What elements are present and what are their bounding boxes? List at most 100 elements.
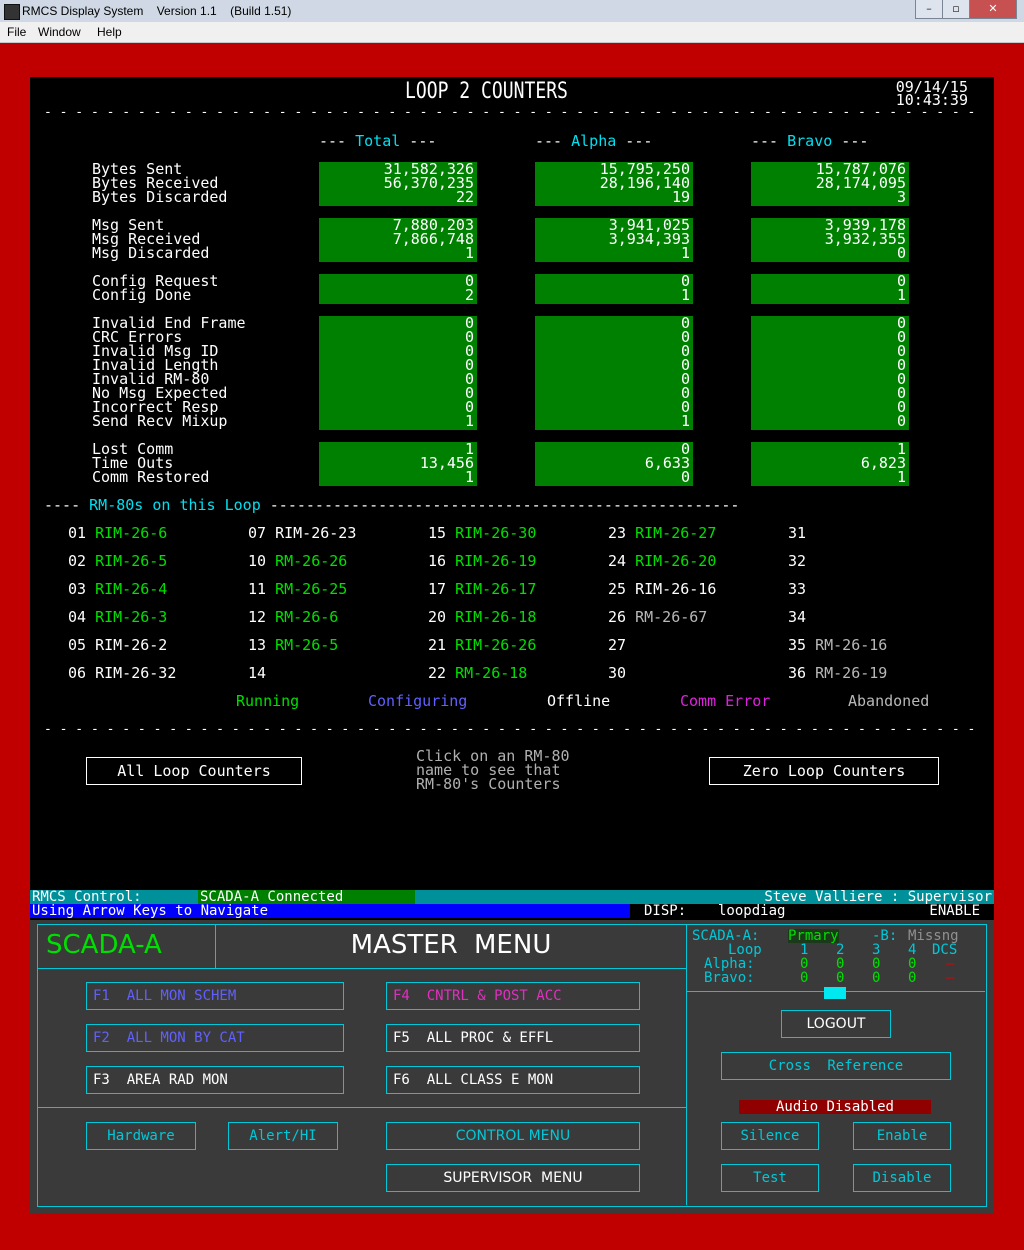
scada-b-status: Missng [908, 928, 959, 944]
rm80-item[interactable]: 04 RIM-26-3 [68, 608, 167, 626]
rm80-item[interactable]: 23 RIM-26-27 [608, 524, 716, 542]
counter-value: 3,932,355 [824, 230, 906, 248]
f1-button[interactable]: F1 ALL MON SCHEM [86, 982, 344, 1010]
test-button[interactable]: Test [721, 1164, 819, 1192]
master-menu-title: MASTER MENU [350, 930, 552, 960]
close-button[interactable]: ✕ [969, 0, 1017, 19]
rm80-name[interactable]: RIM-26-4 [95, 580, 167, 598]
status-bar: RMCS Control: SCADA-A Connected Steve Va… [30, 890, 994, 904]
cross-reference-button[interactable]: Cross Reference [721, 1052, 951, 1080]
menu-window[interactable]: Window [38, 25, 81, 39]
rm80-number: 06 [68, 664, 87, 682]
rm80-item[interactable]: 16 RIM-26-19 [428, 552, 536, 570]
counter-value: 1 [464, 412, 474, 430]
rm80-item[interactable]: 07 RIM-26-23 [248, 524, 356, 542]
rm80-item[interactable]: 01 RIM-26-6 [68, 524, 167, 542]
f3-button[interactable]: F3 AREA RAD MON [86, 1066, 344, 1094]
rm80-item[interactable]: 03 RIM-26-4 [68, 580, 167, 598]
all-loop-counters-button[interactable]: All Loop Counters [86, 757, 302, 785]
rm80-item[interactable]: 35 RM-26-16 [788, 636, 887, 654]
rm80-name[interactable]: RM-26-25 [275, 580, 347, 598]
f4-button[interactable]: F4 CNTRL & POST ACC [386, 982, 640, 1010]
divider: - - - - - - - - - - - - - - - - - - - - … [44, 722, 980, 737]
enable-audio-button[interactable]: Enable [853, 1122, 951, 1150]
minimize-button[interactable]: – [915, 0, 943, 19]
rm80-item[interactable]: 24 RIM-26-20 [608, 552, 716, 570]
supervisor-menu-button[interactable]: SUPERVISOR MENU [386, 1164, 640, 1192]
rm80-name[interactable]: RIM-26-26 [455, 636, 536, 654]
rm80-name[interactable]: RIM-26-23 [275, 524, 356, 542]
rm80-name[interactable]: RM-26-67 [635, 608, 707, 626]
silence-button[interactable]: Silence [721, 1122, 819, 1150]
rm80-number: 02 [68, 552, 87, 570]
rm80-number: 24 [608, 552, 627, 570]
rm80-name[interactable]: RM-26-5 [275, 636, 338, 654]
rm80-name[interactable]: RIM-26-2 [95, 636, 167, 654]
rm80-item[interactable]: 15 RIM-26-30 [428, 524, 536, 542]
counter-value: 0 [680, 328, 690, 346]
rm80-name[interactable]: RIM-26-20 [635, 552, 716, 570]
counter-value: 0 [896, 328, 906, 346]
rm80-name[interactable]: RIM-26-6 [95, 524, 167, 542]
rm80-name[interactable]: RIM-26-3 [95, 608, 167, 626]
rm80-name[interactable]: RM-26-16 [815, 636, 887, 654]
alert-hi-button[interactable]: Alert/HI [228, 1122, 338, 1150]
rm80-number: 11 [248, 580, 267, 598]
f2-button[interactable]: F2 ALL MON BY CAT [86, 1024, 344, 1052]
rm80-name[interactable]: RIM-26-17 [455, 580, 536, 598]
counter-value: 0 [896, 314, 906, 332]
zero-loop-counters-button[interactable]: Zero Loop Counters [709, 757, 939, 785]
rm80-item[interactable]: 20 RIM-26-18 [428, 608, 536, 626]
bravo-loop-value: 0 [872, 970, 881, 986]
rm80-item[interactable]: 10 RM-26-26 [248, 552, 347, 570]
rm80-item[interactable]: 12 RM-26-6 [248, 608, 338, 626]
rm80-item[interactable]: 02 RIM-26-5 [68, 552, 167, 570]
counter-value: 3,934,393 [608, 230, 690, 248]
rm80-name[interactable]: RIM-26-18 [455, 608, 536, 626]
rm80-name[interactable]: RM-26-6 [275, 608, 338, 626]
rm80-number: 31 [788, 524, 807, 542]
rm80-name[interactable]: RIM-26-30 [455, 524, 536, 542]
rm80-name[interactable]: RM-26-19 [815, 664, 887, 682]
control-menu-button[interactable]: CONTROL MENU [386, 1122, 640, 1150]
rm80-item[interactable]: 17 RIM-26-17 [428, 580, 536, 598]
counter-value: 0 [464, 370, 474, 388]
rm80-item[interactable]: 11 RM-26-25 [248, 580, 347, 598]
rm80-name[interactable]: RIM-26-5 [95, 552, 167, 570]
rm80-name[interactable]: RIM-26-16 [635, 580, 716, 598]
bravo-loop-value: 0 [908, 970, 917, 986]
rm80-item[interactable]: 21 RIM-26-26 [428, 636, 536, 654]
hardware-button[interactable]: Hardware [86, 1122, 196, 1150]
rm80-item[interactable]: 05 RIM-26-2 [68, 636, 167, 654]
window-titlebar: RMCS Display System Version 1.1 (Build 1… [0, 0, 1024, 23]
maximize-button[interactable]: ▫ [942, 0, 970, 19]
menu-file[interactable]: File [7, 25, 26, 39]
counter-box-alpha: 15,795,250 28,196,140 19 [535, 162, 693, 206]
rm80-item[interactable]: 13 RM-26-5 [248, 636, 338, 654]
hint-line-3: RM-80's Counters [416, 775, 561, 793]
rm80-item[interactable]: 25 RIM-26-16 [608, 580, 716, 598]
rm80-name[interactable]: RM-26-18 [455, 664, 527, 682]
logout-button[interactable]: LOGOUT [781, 1010, 891, 1038]
rm80-name[interactable]: RIM-26-32 [95, 664, 176, 682]
column-header-alpha: --- Alpha --- [535, 132, 653, 150]
rm80-name[interactable]: RIM-26-19 [455, 552, 536, 570]
rm80-number: 01 [68, 524, 87, 542]
rm80-name[interactable]: RM-26-26 [275, 552, 347, 570]
rm80-name[interactable]: RIM-26-27 [635, 524, 716, 542]
rm80-item[interactable]: 36 RM-26-19 [788, 664, 887, 682]
alpha-dcs: – [946, 956, 955, 972]
f6-button[interactable]: F6 ALL CLASS E MON [386, 1066, 640, 1094]
rm80-item[interactable]: 26 RM-26-67 [608, 608, 707, 626]
f5-button[interactable]: F5 ALL PROC & EFFL [386, 1024, 640, 1052]
rm80-item[interactable]: 06 RIM-26-32 [68, 664, 176, 682]
menu-help[interactable]: Help [97, 25, 122, 39]
menu-bar: File Window Help [0, 22, 1024, 43]
rm80-number: 35 [788, 636, 807, 654]
counter-value: 0 [680, 272, 690, 290]
column-header-total: --- Total --- [319, 132, 437, 150]
audio-status: Audio Disabled [739, 1100, 931, 1114]
disable-audio-button[interactable]: Disable [853, 1164, 951, 1192]
counter-label: Bytes Discarded [92, 188, 228, 206]
rm80-item[interactable]: 22 RM-26-18 [428, 664, 527, 682]
